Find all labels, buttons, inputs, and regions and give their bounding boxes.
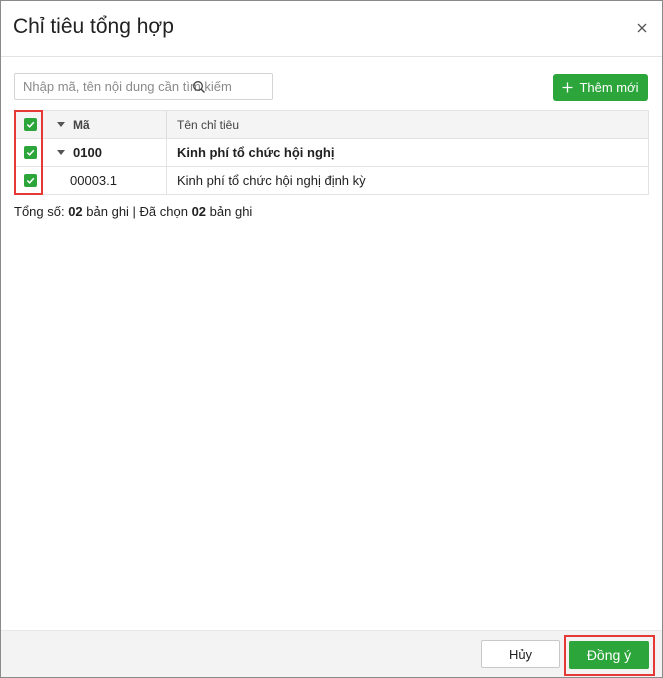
summary-selected-suffix: bản ghi xyxy=(206,204,253,219)
ok-button[interactable]: Đồng ý xyxy=(569,641,649,669)
row-checkbox[interactable] xyxy=(24,174,37,187)
record-summary: Tổng số: 02 bản ghi | Đã chọn 02 bản ghi xyxy=(14,204,252,219)
column-header-code-label: Mã xyxy=(73,117,90,132)
row-checkbox-cell[interactable] xyxy=(15,139,48,166)
cancel-button[interactable]: Hủy xyxy=(481,640,560,668)
row-code-cell: 0100 xyxy=(52,139,166,166)
summary-total-count: 02 xyxy=(68,204,83,219)
summary-selected-count: 02 xyxy=(191,204,207,219)
data-grid: Mã Tên chỉ tiêu 0100 Kinh phí tổ chức hộ… xyxy=(14,110,649,195)
search-box[interactable] xyxy=(14,73,273,100)
summary-total-suffix: bản ghi | Đã chọn xyxy=(82,204,192,219)
column-header-name: Tên chỉ tiêu xyxy=(166,111,648,138)
column-header-code[interactable]: Mã xyxy=(52,111,166,138)
dialog-header: Chỉ tiêu tổng hợp xyxy=(1,1,662,57)
table-header-row: Mã Tên chỉ tiêu xyxy=(15,110,648,138)
expand-caret-icon[interactable] xyxy=(55,147,67,159)
caret-down-icon[interactable] xyxy=(55,119,67,131)
close-icon[interactable] xyxy=(632,18,652,38)
row-name: Kinh phí tổ chức hội nghị định kỳ xyxy=(177,173,366,188)
search-input[interactable] xyxy=(15,74,272,99)
row-name: Kinh phí tổ chức hội nghị xyxy=(177,145,335,160)
plus-icon xyxy=(562,82,573,93)
dialog-title: Chỉ tiêu tổng hợp xyxy=(13,15,174,38)
row-code: 00003.1 xyxy=(70,173,117,188)
table-row[interactable]: 0100 Kinh phí tổ chức hội nghị xyxy=(15,138,648,166)
row-code-cell: 00003.1 xyxy=(52,167,184,194)
column-header-name-label: Tên chỉ tiêu xyxy=(177,117,240,132)
row-checkbox[interactable] xyxy=(24,146,37,159)
header-checkbox-cell[interactable] xyxy=(15,111,48,138)
add-new-button[interactable]: Thêm mới xyxy=(553,74,648,101)
search-icon[interactable] xyxy=(192,80,206,94)
select-all-checkbox[interactable] xyxy=(24,118,37,131)
summary-total-prefix: Tổng số: xyxy=(14,204,69,219)
add-new-label: Thêm mới xyxy=(579,80,639,95)
table-row[interactable]: 00003.1 Kinh phí tổ chức hội nghị định k… xyxy=(15,166,648,194)
row-name-cell: Kinh phí tổ chức hội nghị xyxy=(166,139,648,166)
dialog: Chỉ tiêu tổng hợp Thêm mới xyxy=(0,0,663,678)
dialog-footer: Hủy Đồng ý xyxy=(1,630,662,677)
row-code: 0100 xyxy=(73,145,102,160)
row-checkbox-cell[interactable] xyxy=(15,167,48,194)
row-name-cell: Kinh phí tổ chức hội nghị định kỳ xyxy=(166,167,648,194)
